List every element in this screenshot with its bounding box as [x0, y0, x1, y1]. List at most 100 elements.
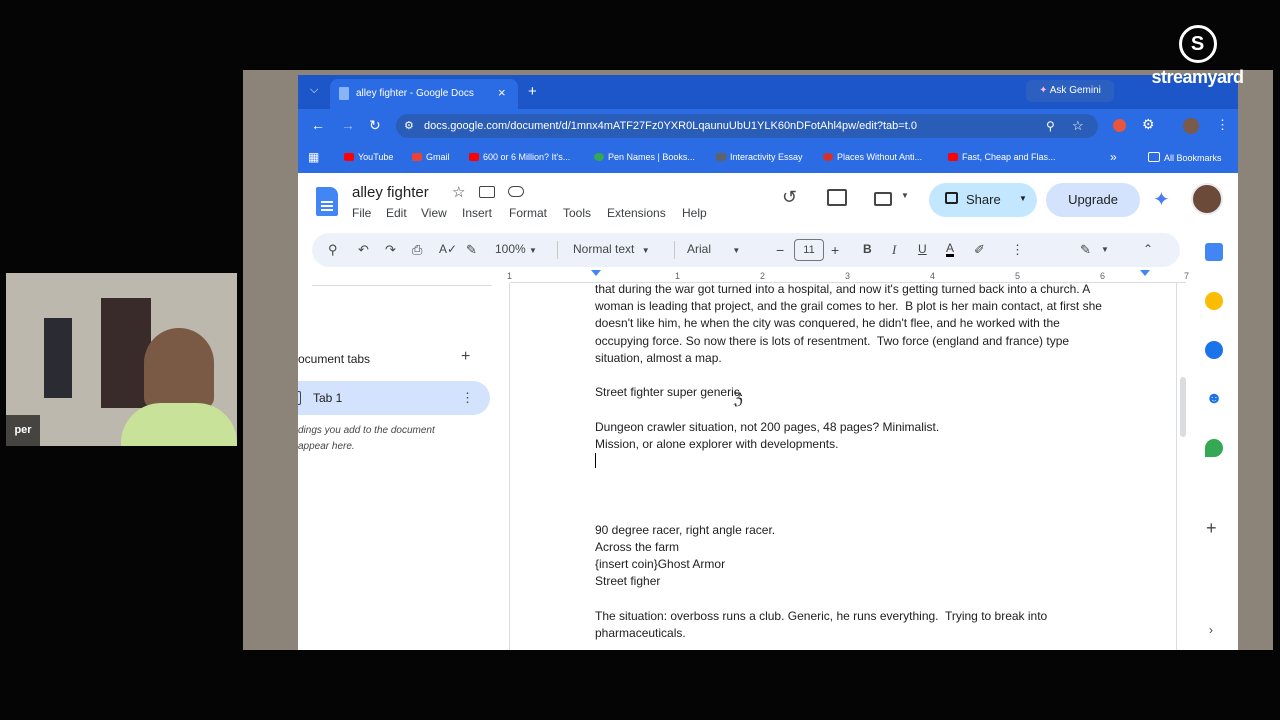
- spellcheck-icon[interactable]: A✓: [439, 242, 457, 256]
- bookmark-places-without-anti[interactable]: Places Without Anti...: [823, 152, 922, 162]
- increase-font-size-icon[interactable]: +: [831, 242, 839, 258]
- doc-paragraph[interactable]: [595, 367, 1155, 384]
- share-button[interactable]: Share ▼: [929, 183, 1037, 217]
- calendar-icon[interactable]: [1205, 243, 1223, 261]
- zoom-lens-icon[interactable]: ⚲: [1046, 114, 1055, 138]
- highlight-pen-icon[interactable]: ✐: [974, 242, 985, 258]
- vertical-scrollbar[interactable]: [1180, 377, 1186, 437]
- doc-paragraph[interactable]: Dungeon crawler situation, not 200 pages…: [595, 419, 1155, 436]
- site-info-icon[interactable]: ⚙: [404, 114, 414, 138]
- doc-paragraph[interactable]: occupying force. So now there is lots of…: [595, 333, 1155, 350]
- doc-paragraph[interactable]: [595, 591, 1155, 608]
- menu-extensions[interactable]: Extensions: [607, 206, 666, 220]
- star-icon[interactable]: ☆: [452, 183, 465, 201]
- account-avatar[interactable]: [1191, 183, 1223, 215]
- text-color-icon[interactable]: A: [946, 242, 955, 257]
- ask-gemini-button[interactable]: ✦ Ask Gemini: [1026, 80, 1114, 102]
- maps-icon[interactable]: [1205, 439, 1223, 457]
- editing-mode-pencil-icon[interactable]: ✎: [1080, 242, 1091, 258]
- style-select[interactable]: Normal text ▼: [573, 242, 650, 256]
- editing-mode-dropdown-icon[interactable]: ▼: [1101, 245, 1109, 254]
- apps-grid-icon[interactable]: ▦: [308, 150, 319, 164]
- comments-icon[interactable]: [827, 189, 847, 206]
- menu-insert[interactable]: Insert: [462, 206, 492, 220]
- collapse-menus-chevron-up-icon[interactable]: ⌃: [1143, 242, 1153, 256]
- zoom-select[interactable]: 100% ▼: [495, 242, 537, 256]
- doc-paragraph[interactable]: [595, 487, 1155, 504]
- more-options-icon[interactable]: ⋮: [1011, 242, 1024, 258]
- bookmark-star-icon[interactable]: ☆: [1072, 114, 1084, 138]
- doc-paragraph[interactable]: [595, 401, 1155, 418]
- menu-format[interactable]: Format: [509, 206, 547, 220]
- hide-side-panel-chevron-icon[interactable]: ›: [1209, 623, 1213, 637]
- all-bookmarks-button[interactable]: All Bookmarks: [1148, 152, 1222, 163]
- google-docs-logo-icon[interactable]: [316, 187, 338, 216]
- gemini-star-icon[interactable]: ✦: [1153, 187, 1170, 212]
- redo-icon[interactable]: ↷: [385, 242, 396, 258]
- tasks-icon[interactable]: [1205, 341, 1223, 359]
- bookmark-youtube[interactable]: YouTube: [344, 152, 393, 162]
- right-indent-marker-icon[interactable]: [1140, 270, 1150, 276]
- doc-paragraph[interactable]: [595, 470, 1155, 487]
- extension-icon[interactable]: [1113, 119, 1126, 132]
- tab-search-chevron-icon[interactable]: ⌵: [310, 84, 318, 97]
- doc-paragraph[interactable]: 90 degree racer, right angle racer.: [595, 522, 1155, 539]
- italic-icon[interactable]: I: [892, 242, 896, 258]
- doc-paragraph[interactable]: [595, 453, 1155, 470]
- font-size-input[interactable]: 11: [794, 239, 824, 261]
- print-icon[interactable]: ⎙: [412, 242, 422, 258]
- version-history-icon[interactable]: ↺: [782, 187, 797, 208]
- font-select[interactable]: Arial ▼: [687, 242, 740, 256]
- doc-paragraph[interactable]: {insert coin}Ghost Armor: [595, 556, 1155, 573]
- undo-icon[interactable]: ↶: [358, 242, 369, 258]
- keep-icon[interactable]: [1205, 292, 1223, 310]
- get-add-ons-plus-icon[interactable]: +: [1206, 518, 1217, 539]
- menu-view[interactable]: View: [421, 206, 447, 220]
- bookmark-600-or-6-million[interactable]: 600 or 6 Million? It's...: [469, 152, 570, 162]
- doc-paragraph[interactable]: Across the farm: [595, 539, 1155, 556]
- contacts-icon[interactable]: ☻: [1205, 390, 1223, 408]
- bookmark-fast-cheap[interactable]: Fast, Cheap and Flas...: [948, 152, 1056, 162]
- doc-paragraph[interactable]: The situation: overboss runs a club. Gen…: [595, 608, 1155, 625]
- move-folder-icon[interactable]: [479, 186, 495, 198]
- browser-menu-icon[interactable]: ⋮: [1216, 117, 1229, 133]
- tab-options-icon[interactable]: ⋮: [461, 390, 474, 406]
- bookmark-pen-names[interactable]: Pen Names | Books...: [594, 152, 695, 162]
- new-tab-icon[interactable]: +: [528, 83, 537, 100]
- add-tab-icon[interactable]: +: [461, 348, 470, 366]
- doc-paragraph[interactable]: [595, 505, 1155, 522]
- back-icon[interactable]: ←: [311, 117, 325, 133]
- meet-camera-icon[interactable]: [874, 192, 892, 206]
- paint-format-icon[interactable]: ✎: [466, 242, 477, 258]
- upgrade-button[interactable]: Upgrade: [1046, 183, 1140, 217]
- reload-icon[interactable]: ↻: [369, 117, 381, 134]
- doc-paragraph[interactable]: situation, almost a map.: [595, 350, 1155, 367]
- document-title[interactable]: alley fighter: [352, 184, 429, 201]
- left-indent-marker-icon[interactable]: [591, 270, 601, 276]
- search-menus-icon[interactable]: ⚲: [328, 242, 338, 258]
- bold-icon[interactable]: B: [863, 242, 872, 256]
- document-body[interactable]: that during the war got turned into a ho…: [595, 281, 1155, 642]
- decrease-font-size-icon[interactable]: −: [776, 242, 784, 258]
- doc-paragraph[interactable]: Mission, or alone explorer with developm…: [595, 436, 1155, 453]
- doc-paragraph[interactable]: doesn't like him, he when the city was c…: [595, 315, 1155, 332]
- menu-file[interactable]: File: [352, 206, 371, 220]
- doc-paragraph[interactable]: Street figher: [595, 573, 1155, 590]
- forward-icon[interactable]: →: [341, 117, 355, 133]
- doc-paragraph[interactable]: woman is leading that project, and the g…: [595, 298, 1155, 315]
- close-tab-icon[interactable]: ×: [498, 85, 506, 100]
- document-tab-1[interactable]: Tab 1 ⋮: [298, 381, 490, 415]
- menu-help[interactable]: Help: [682, 206, 707, 220]
- meet-dropdown-icon[interactable]: ▼: [901, 191, 909, 200]
- more-bookmarks-chevron-icon[interactable]: »: [1110, 150, 1117, 164]
- browser-tab-active[interactable]: alley fighter - Google Docs ×: [330, 79, 518, 109]
- bookmark-gmail[interactable]: Gmail: [412, 152, 450, 162]
- extensions-puzzle-icon[interactable]: ⚙: [1142, 116, 1155, 133]
- doc-paragraph[interactable]: pharmaceuticals.: [595, 625, 1155, 642]
- menu-tools[interactable]: Tools: [563, 206, 591, 220]
- doc-paragraph[interactable]: Street fighter super generic.: [595, 384, 1155, 401]
- menu-edit[interactable]: Edit: [386, 206, 407, 220]
- doc-paragraph[interactable]: that during the war got turned into a ho…: [595, 281, 1155, 298]
- bookmark-interactivity-essay[interactable]: Interactivity Essay: [716, 152, 803, 162]
- share-dropdown-icon[interactable]: ▼: [1019, 194, 1027, 203]
